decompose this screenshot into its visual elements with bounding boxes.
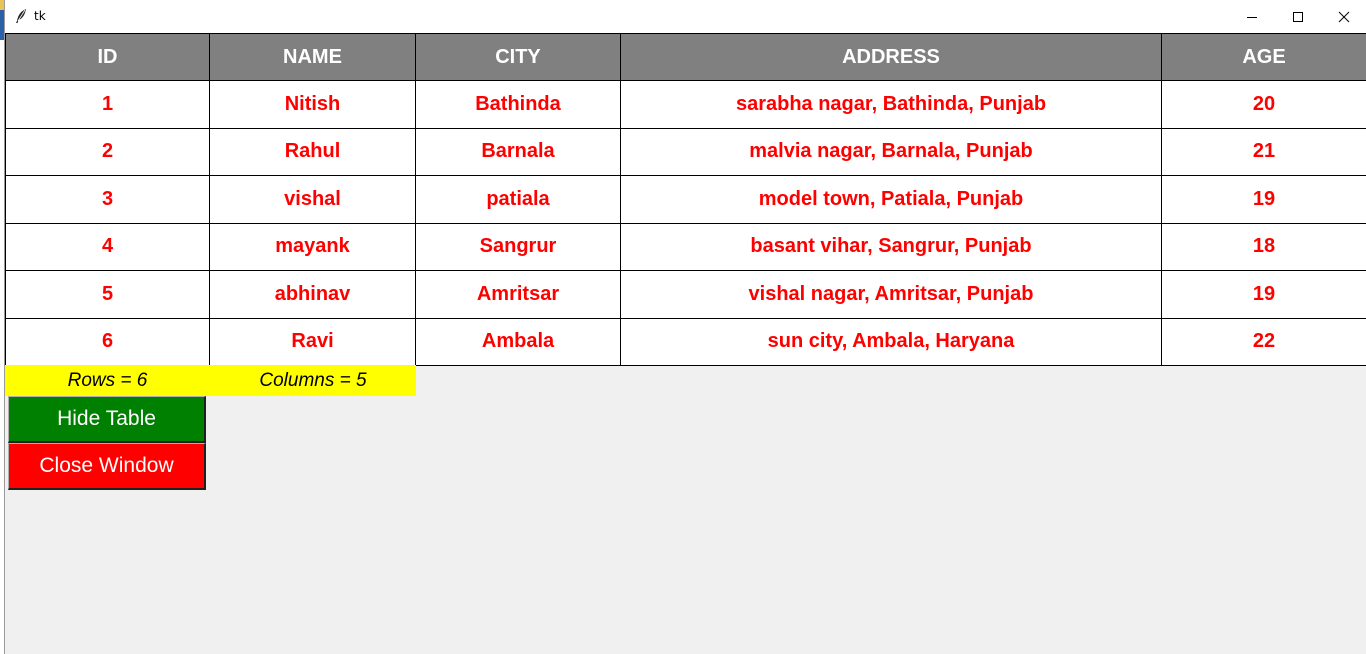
close-icon (1338, 11, 1350, 22)
table-cell-address: model town, Patiala, Punjab (621, 176, 1162, 224)
table-cell-id: 4 (5, 223, 210, 271)
close-button[interactable] (1321, 0, 1366, 33)
table-cell-city: Bathinda (416, 81, 621, 129)
minimize-button[interactable] (1229, 0, 1275, 33)
data-table: ID NAME CITY ADDRESS AGE 1 Nitish Bathin… (5, 33, 1366, 366)
table-cell-id: 1 (5, 81, 210, 129)
table-cell-name: vishal (210, 176, 416, 224)
rows-count-label: Rows = 6 (5, 365, 210, 396)
table-cell-city: Barnala (416, 128, 621, 176)
table-cell-name: Nitish (210, 81, 416, 129)
table-cell-age: 19 (1162, 271, 1366, 319)
minimize-icon (1247, 16, 1257, 18)
title-bar[interactable]: tk (5, 0, 1366, 33)
header-age: AGE (1162, 34, 1366, 81)
table-cell-age: 20 (1162, 81, 1366, 129)
header-name: NAME (210, 34, 416, 81)
table-cell-age: 21 (1162, 128, 1366, 176)
maximize-icon (1293, 11, 1303, 22)
table-cell-address: vishal nagar, Amritsar, Punjab (621, 271, 1162, 319)
table-cell-city: Sangrur (416, 223, 621, 271)
table-cell-age: 18 (1162, 223, 1366, 271)
header-city: CITY (416, 34, 621, 81)
close-window-button[interactable]: Close Window (8, 443, 206, 490)
header-id: ID (5, 34, 210, 81)
table-cell-id: 3 (5, 176, 210, 224)
table-cell-address: malvia nagar, Barnala, Punjab (621, 128, 1162, 176)
table-cell-city: Ambala (416, 318, 621, 366)
table-cell-city: patiala (416, 176, 621, 224)
table-cell-name: Rahul (210, 128, 416, 176)
header-address: ADDRESS (621, 34, 1162, 81)
table-cell-address: basant vihar, Sangrur, Punjab (621, 223, 1162, 271)
feather-icon (16, 9, 26, 23)
window-title: tk (34, 9, 46, 23)
table-cell-name: abhinav (210, 271, 416, 319)
table-cell-address: sarabha nagar, Bathinda, Punjab (621, 81, 1162, 129)
table-cell-id: 2 (5, 128, 210, 176)
table-cell-id: 5 (5, 271, 210, 319)
table-cell-age: 19 (1162, 176, 1366, 224)
table-cell-age: 22 (1162, 318, 1366, 366)
table-cell-name: Ravi (210, 318, 416, 366)
table-cell-city: Amritsar (416, 271, 621, 319)
table-cell-id: 6 (5, 318, 210, 366)
hide-table-button[interactable]: Hide Table (8, 396, 206, 443)
app-window: tk ID NAME CITY ADDRESS AGE 1 Nitish Bat… (4, 0, 1366, 654)
table-cell-name: mayank (210, 223, 416, 271)
columns-count-label: Columns = 5 (210, 365, 416, 396)
maximize-button[interactable] (1275, 0, 1321, 33)
table-cell-address: sun city, Ambala, Haryana (621, 318, 1162, 366)
